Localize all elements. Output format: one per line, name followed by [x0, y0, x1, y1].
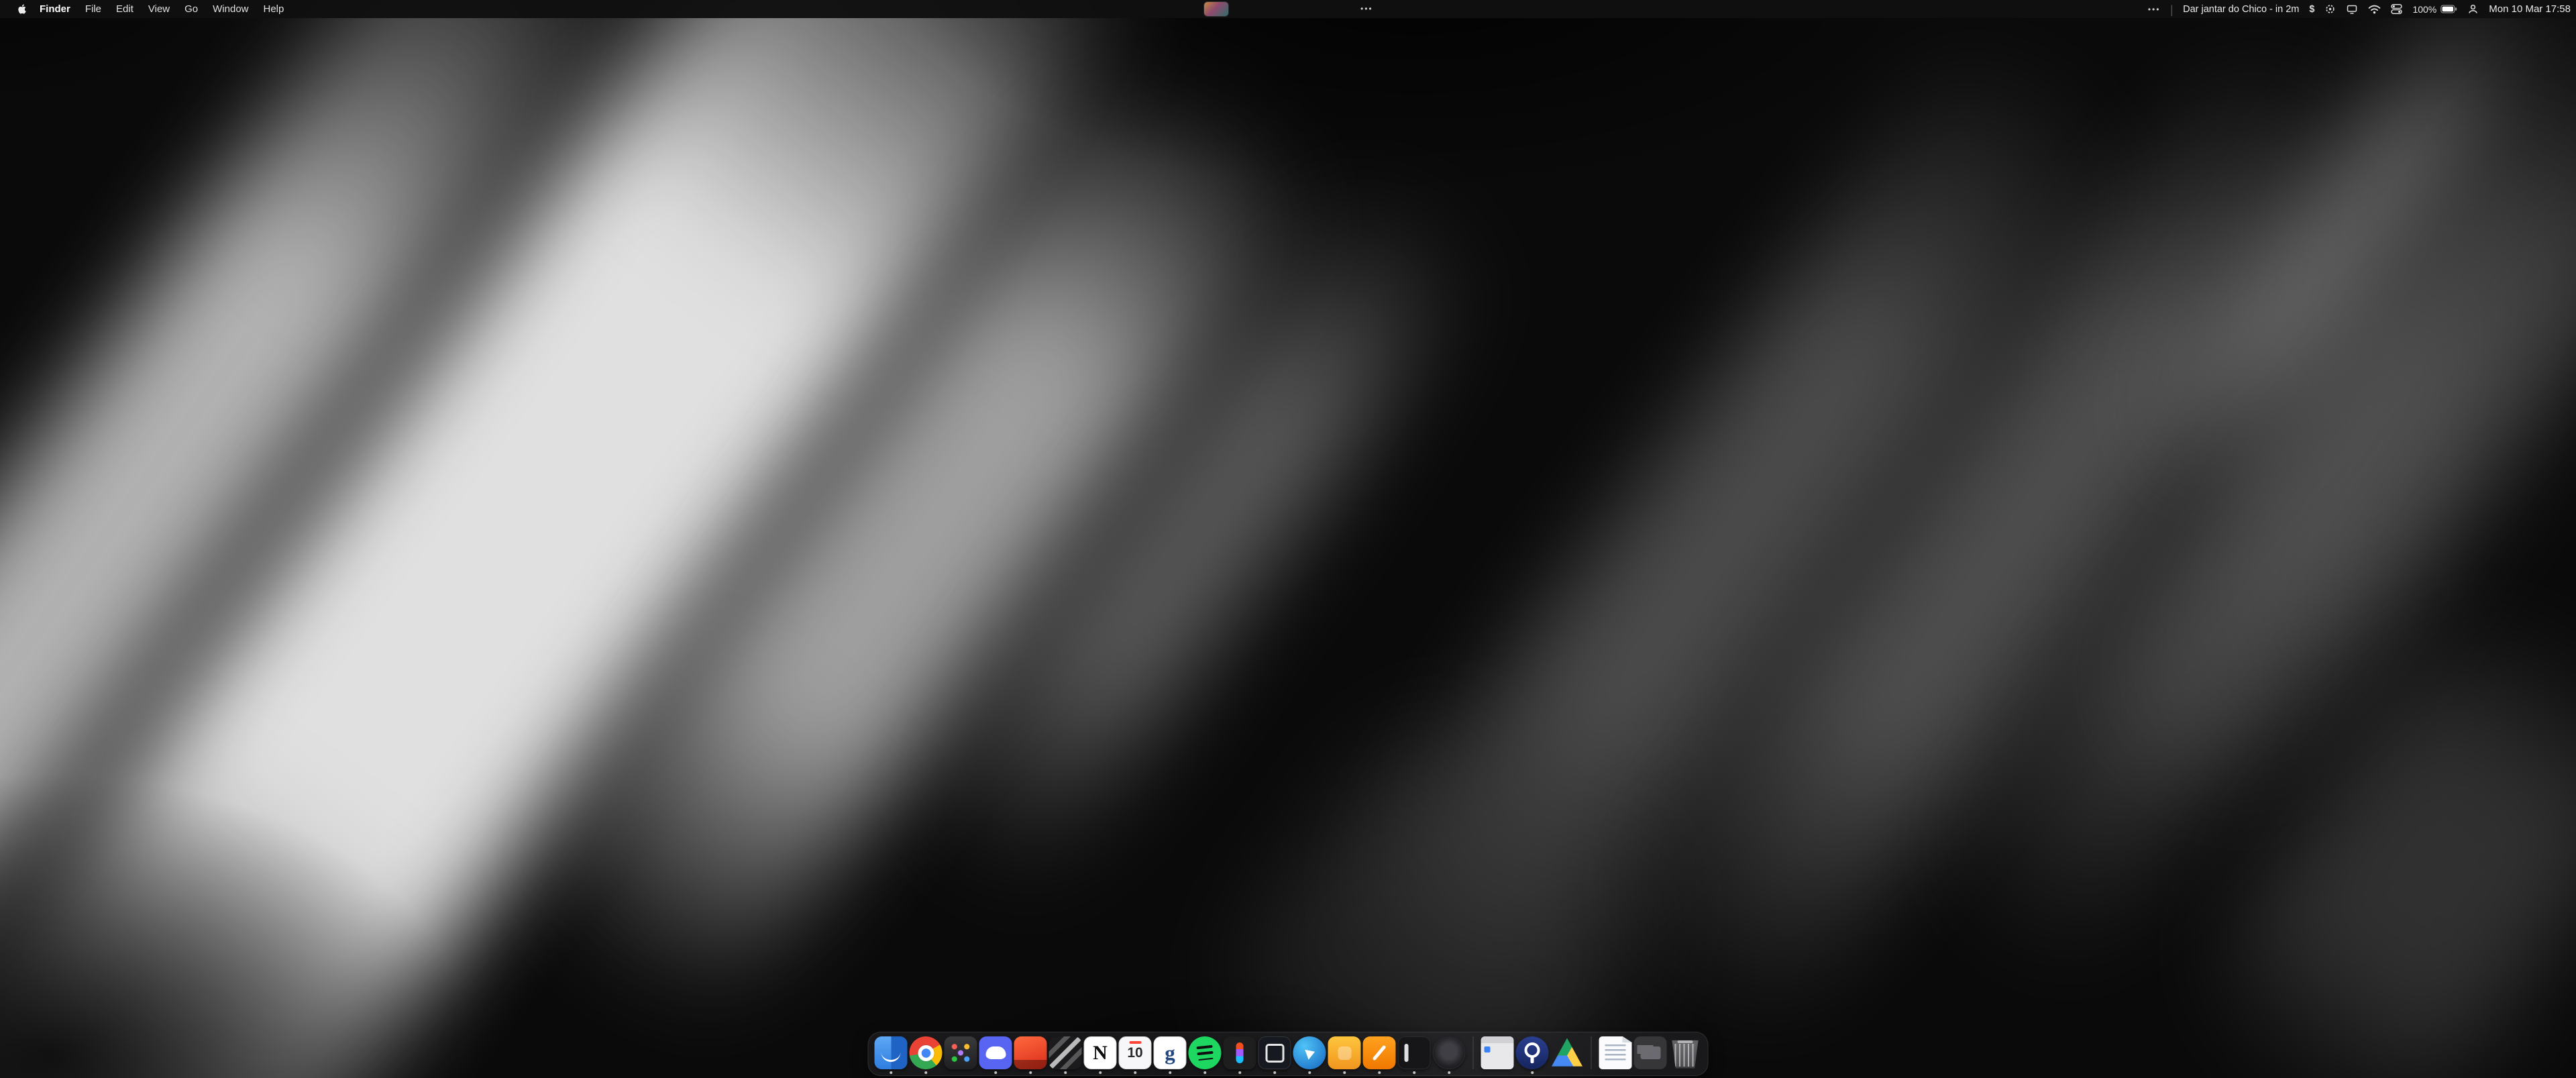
- running-indicator-dot: [1029, 1071, 1032, 1075]
- menu-view[interactable]: View: [141, 0, 177, 18]
- notch-ellipsis-menu-item[interactable]: •••: [1360, 0, 1373, 18]
- finder-app-icon: [875, 1036, 908, 1069]
- app-red-app-icon: [1014, 1036, 1047, 1069]
- google-drive-app-icon: [1551, 1036, 1584, 1069]
- menu-bar-clock[interactable]: Mon 10 Mar 17:58: [2489, 3, 2571, 15]
- goodnotes-app-icon: g: [1154, 1036, 1187, 1069]
- running-indicator-dot: [1134, 1071, 1137, 1075]
- menu-finder[interactable]: Finder: [32, 0, 78, 18]
- app-dark-round-app-icon: [1433, 1036, 1466, 1069]
- dock-icon-notion-calendar[interactable]: [1258, 1036, 1291, 1069]
- running-indicator-dot: [1378, 1071, 1381, 1075]
- apple-menu[interactable]: [12, 0, 32, 18]
- running-indicator-dot: [1531, 1071, 1534, 1075]
- calendar-app-icon: 10: [1119, 1036, 1152, 1069]
- running-indicator-dot: [924, 1071, 928, 1075]
- trash-app-icon: [1669, 1036, 1702, 1069]
- running-indicator-dot: [1448, 1071, 1451, 1075]
- apple-logo-icon: [17, 3, 27, 15]
- dock-icon-document[interactable]: [1599, 1036, 1632, 1069]
- dock-icon-figma[interactable]: [1224, 1036, 1256, 1069]
- menu-edit[interactable]: Edit: [109, 0, 141, 18]
- user-profile-icon[interactable]: [2467, 0, 2479, 18]
- app-dark-stripes-app-icon: [1049, 1036, 1082, 1069]
- notion-app-icon: N: [1084, 1036, 1117, 1069]
- chrome-app-icon: [910, 1036, 943, 1069]
- menu-help[interactable]: Help: [256, 0, 292, 18]
- now-playing-artwork[interactable]: [1204, 2, 1228, 16]
- running-indicator-dot: [1413, 1071, 1416, 1075]
- dock-icon-goodnotes[interactable]: g: [1154, 1036, 1187, 1069]
- dock-icon-app-dark-terminal[interactable]: [1398, 1036, 1431, 1069]
- app-yellow-app-icon: [1328, 1036, 1361, 1069]
- dock-icon-app-dark-round[interactable]: [1433, 1036, 1466, 1069]
- menu-bar-app-menus: Finder File Edit View Go Window Help: [0, 0, 291, 18]
- menu-window[interactable]: Window: [205, 0, 256, 18]
- wifi-icon[interactable]: [2368, 0, 2381, 18]
- notion-calendar-app-icon: [1258, 1036, 1291, 1069]
- running-indicator-dot: [1169, 1071, 1172, 1075]
- app-dark-terminal-app-icon: [1398, 1036, 1431, 1069]
- control-center-icon[interactable]: [2391, 0, 2402, 18]
- onepassword-app-icon: [1516, 1036, 1549, 1069]
- running-indicator-dot: [1273, 1071, 1277, 1075]
- dock-icon-window-thumbnail[interactable]: [1481, 1036, 1514, 1069]
- app-blue-app-icon: [1293, 1036, 1326, 1069]
- dock-icon-google-drive[interactable]: [1551, 1036, 1584, 1069]
- dock-icon-app-red[interactable]: [1014, 1036, 1047, 1069]
- dock-icon-spotify[interactable]: [1189, 1036, 1222, 1069]
- dock-icon-discord[interactable]: [979, 1036, 1012, 1069]
- running-indicator-dot: [994, 1071, 998, 1075]
- gear-icon[interactable]: [2324, 0, 2336, 18]
- running-indicator-dot: [1064, 1071, 1067, 1075]
- running-indicator-dot: [1099, 1071, 1102, 1075]
- running-indicator-dot: [1238, 1071, 1242, 1075]
- downloads-app-icon: [1634, 1036, 1667, 1069]
- dock-icon-notion[interactable]: N: [1084, 1036, 1117, 1069]
- running-indicator-dot: [890, 1071, 893, 1075]
- menu-file[interactable]: File: [78, 0, 109, 18]
- dock-icon-launchpad[interactable]: [945, 1036, 977, 1069]
- dock-separator: [1473, 1036, 1474, 1069]
- menu-bar-status: ••• | Dar jantar do Chico - in 2m $: [2148, 0, 2571, 18]
- dock-icon-trash[interactable]: [1669, 1036, 1702, 1069]
- dock: N10g: [868, 1032, 1709, 1076]
- dock-icon-finder[interactable]: [875, 1036, 908, 1069]
- dock-icon-pages[interactable]: [1363, 1036, 1396, 1069]
- dock-icon-app-blue[interactable]: [1293, 1036, 1326, 1069]
- launchpad-app-icon: [945, 1036, 977, 1069]
- menu-go[interactable]: Go: [177, 0, 205, 18]
- document-app-icon: [1599, 1036, 1632, 1069]
- desktop-wallpaper[interactable]: [0, 0, 2576, 1078]
- battery-icon: [2440, 5, 2457, 13]
- battery-status[interactable]: 100%: [2412, 4, 2457, 15]
- menu-bar: Finder File Edit View Go Window Help •••…: [0, 0, 2576, 18]
- menu-extras-ellipsis[interactable]: •••: [2148, 5, 2161, 14]
- calendar-event-menu-item[interactable]: Dar jantar do Chico - in 2m: [2183, 4, 2299, 15]
- discord-app-icon: [979, 1036, 1012, 1069]
- status-separator: |: [2170, 3, 2173, 16]
- running-indicator-dot: [1203, 1071, 1207, 1075]
- finance-dollar-icon[interactable]: $: [2309, 0, 2314, 18]
- dock-icon-onepassword[interactable]: [1516, 1036, 1549, 1069]
- dock-icon-downloads[interactable]: [1634, 1036, 1667, 1069]
- display-mirroring-icon[interactable]: [2346, 0, 2358, 18]
- dock-icon-app-yellow[interactable]: [1328, 1036, 1361, 1069]
- pages-app-icon: [1363, 1036, 1396, 1069]
- dock-separator: [1591, 1036, 1592, 1069]
- dock-icon-calendar[interactable]: 10: [1119, 1036, 1152, 1069]
- running-indicator-dot: [1343, 1071, 1346, 1075]
- battery-percentage: 100%: [2412, 4, 2436, 15]
- figma-app-icon: [1224, 1036, 1256, 1069]
- spotify-app-icon: [1189, 1036, 1222, 1069]
- window-thumbnail-app-icon: [1481, 1036, 1514, 1069]
- dock-icon-chrome[interactable]: [910, 1036, 943, 1069]
- running-indicator-dot: [1308, 1071, 1311, 1075]
- dock-icon-app-dark-stripes[interactable]: [1049, 1036, 1082, 1069]
